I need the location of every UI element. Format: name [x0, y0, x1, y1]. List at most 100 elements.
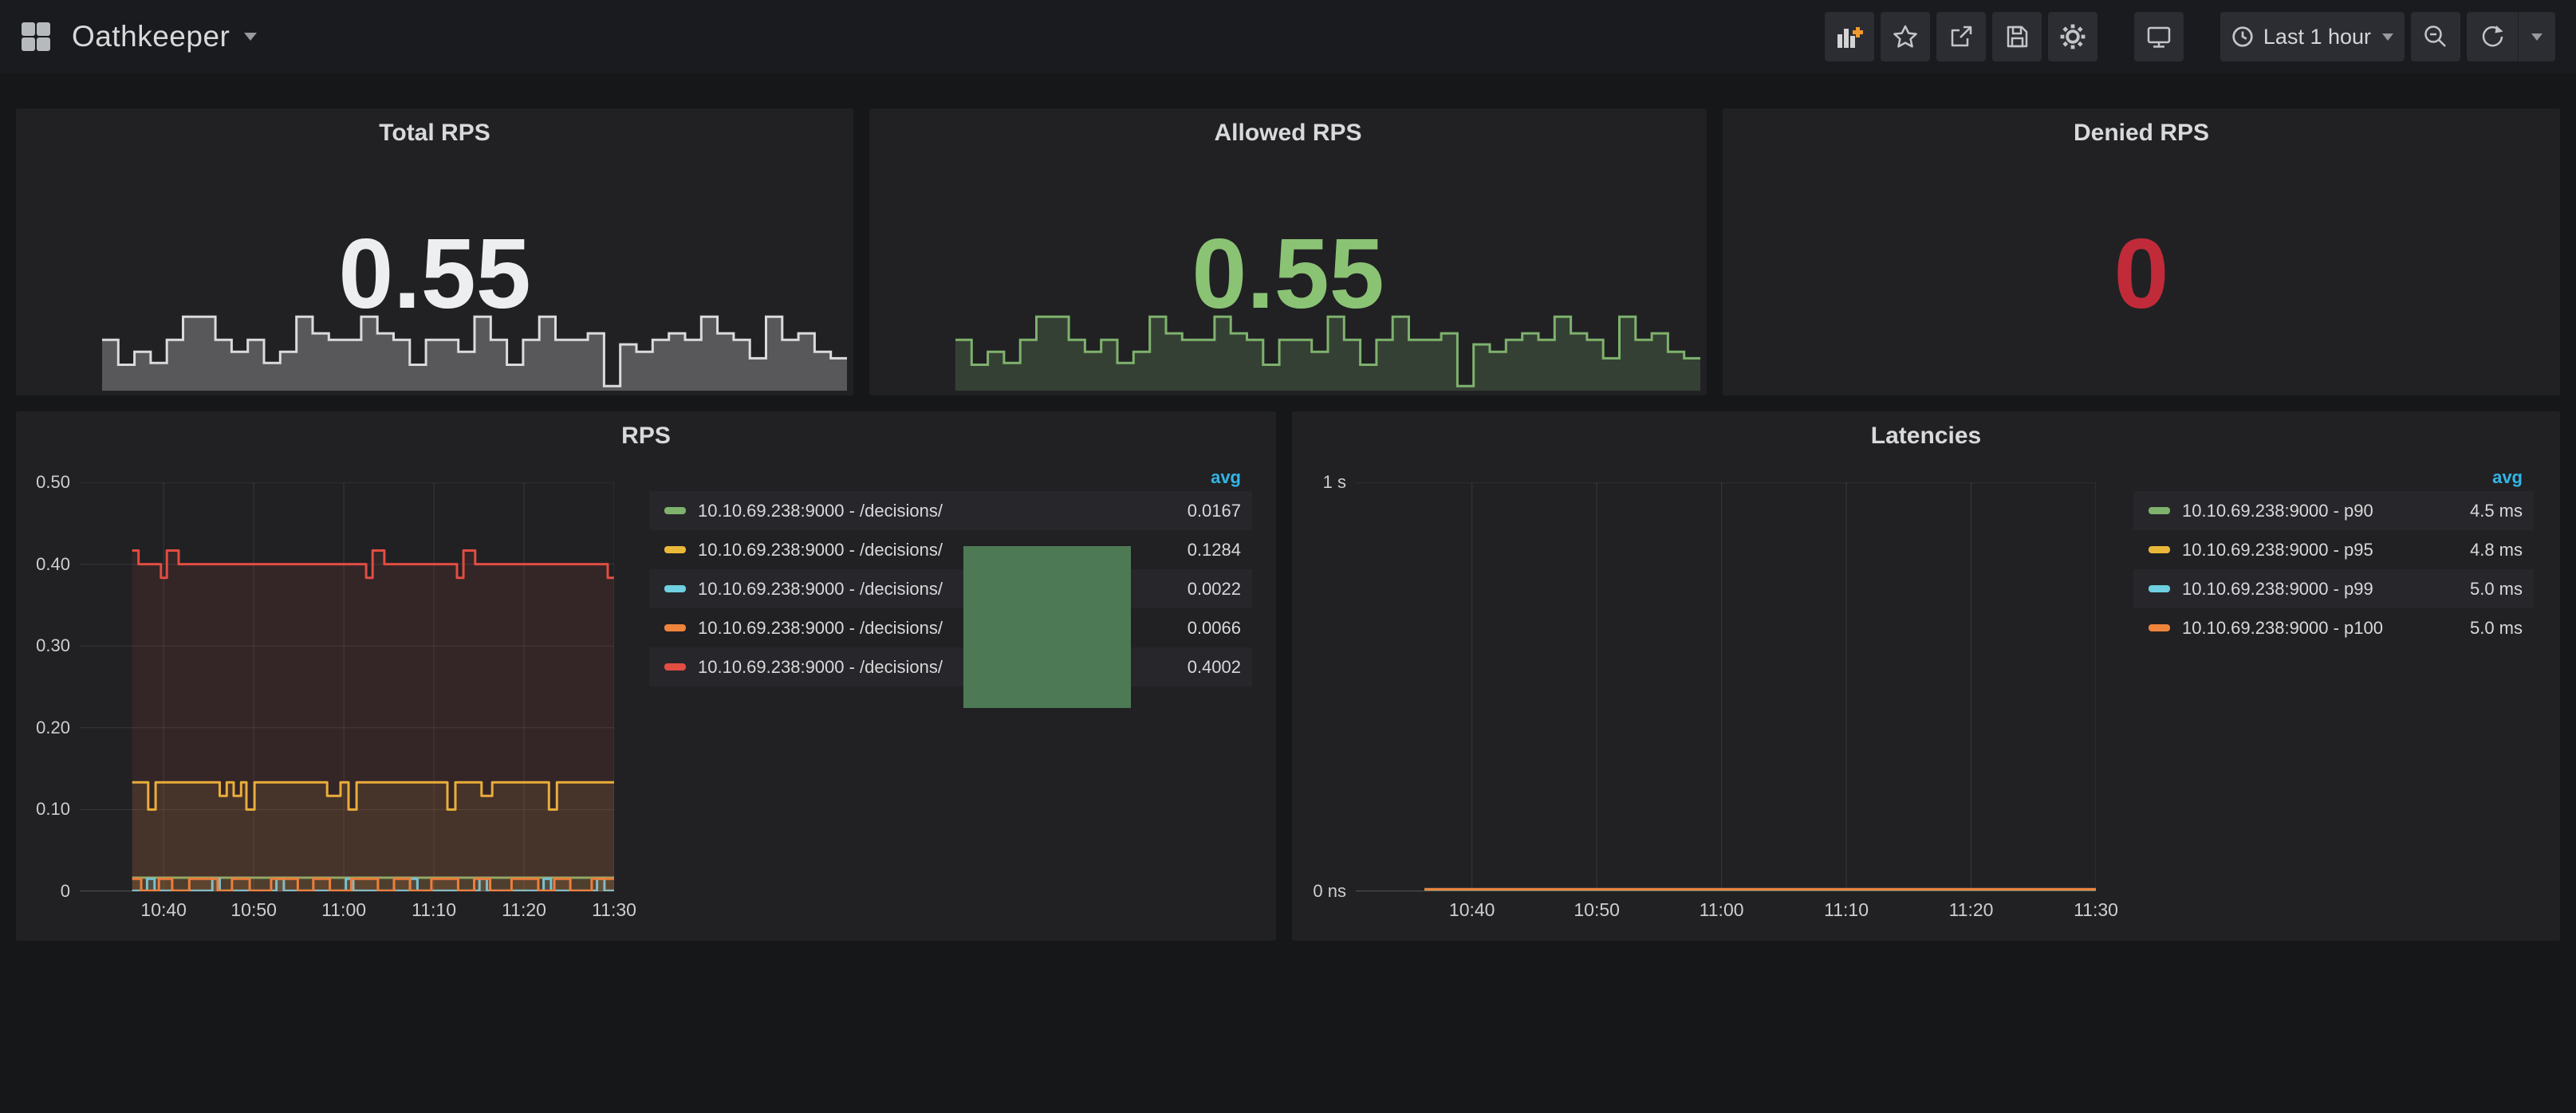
panel-title[interactable]: Denied RPS [1723, 120, 2560, 147]
series-avg-value: 4.5 ms [2470, 501, 2523, 521]
series-avg-value: 0.0066 [1188, 618, 1241, 639]
series-label[interactable]: 10.10.69.238:9000 - p100 [2182, 618, 2460, 639]
save-button[interactable] [1992, 12, 2042, 61]
series-color-swatch[interactable] [2149, 585, 2170, 592]
legend-row: 10.10.69.238:9000 - p99 5.0 ms [2133, 569, 2534, 608]
series-color-swatch[interactable] [2149, 546, 2170, 553]
series-avg-value: 0.0167 [1188, 501, 1241, 521]
y-axis-labels: 0.500.400.300.200.100 [16, 482, 70, 891]
series-label[interactable]: 10.10.69.238:9000 - p99 [2182, 579, 2460, 600]
x-axis-labels: 10:4010:5011:0011:1011:2011:30 [1356, 896, 2096, 923]
chevron-down-icon [244, 33, 257, 41]
x-tick-label: 11:20 [1949, 899, 1994, 921]
stat-value: 0 [1723, 225, 2560, 324]
add-panel-icon [1836, 24, 1863, 49]
x-tick-label: 11:20 [502, 899, 546, 921]
x-tick-label: 10:40 [140, 899, 187, 921]
x-axis-labels: 10:4010:5011:0011:1011:2011:30 [80, 896, 614, 923]
legend-avg-header: avg [2133, 467, 2534, 491]
rps-legend: avg10.10.69.238:9000 - /decisions/0.0167… [649, 467, 1252, 686]
panel-rps-graph: RPS 0.50 0.40 0.30 0.20 0.10 0 10:40 10:50 11:0… [16, 411, 1276, 941]
dashboard-title: Oathkeeper [72, 20, 230, 53]
x-tick-label: 11:30 [592, 899, 636, 921]
legend-row: 10.10.69.238:9000 - /decisions/0.4002 [649, 647, 1252, 686]
zoom-out-icon [2423, 24, 2448, 49]
zoom-out-button[interactable] [2411, 12, 2460, 61]
share-button[interactable] [1936, 12, 1986, 61]
y-axis-labels: 1 s0 ns [1292, 482, 1346, 891]
chevron-down-icon [2382, 33, 2393, 41]
total-rps-sparkline [102, 298, 847, 391]
panel-title[interactable]: Latencies [1292, 423, 2560, 450]
latencies-legend: avg10.10.69.238:9000 - p904.5 ms10.10.69… [2133, 467, 2534, 647]
legend-row: 10.10.69.238:9000 - /decisions/0.0022 [649, 569, 1252, 608]
y-tick-label: 0 ns [1313, 881, 1346, 902]
series-label[interactable]: 10.10.69.238:9000 - p95 [2182, 540, 2460, 560]
y-tick-label: 0.50 [36, 472, 70, 493]
x-tick-label: 10:50 [1574, 899, 1620, 921]
series-color-swatch[interactable] [2149, 624, 2170, 631]
series-avg-value: 0.1284 [1188, 540, 1241, 560]
series-color-swatch[interactable] [664, 624, 686, 631]
series-avg-value: 4.8 ms [2470, 540, 2523, 560]
series-color-swatch[interactable] [664, 546, 686, 553]
refresh-split-button [2467, 12, 2555, 61]
y-tick-label: 0.10 [36, 799, 70, 820]
legend-row: 10.10.69.238:9000 - p100 5.0 ms [2133, 608, 2534, 647]
navbar-actions: Last 1 hour [1818, 12, 2555, 61]
x-tick-label: 10:50 [230, 899, 277, 921]
series-avg-value: 0.4002 [1188, 657, 1241, 678]
x-tick-label: 11:00 [321, 899, 366, 921]
star-icon [1893, 24, 1918, 49]
panel-title[interactable]: RPS [16, 423, 1276, 450]
time-range-label: Last 1 hour [2263, 25, 2371, 49]
rps-plot-area[interactable] [80, 482, 614, 891]
panel-total-rps: Total RPS 0.55 [16, 108, 853, 395]
chevron-down-icon [2531, 33, 2543, 41]
x-tick-label: 10:40 [1449, 899, 1495, 921]
series-avg-value: 0.0022 [1188, 579, 1241, 600]
x-tick-label: 11:10 [1824, 899, 1869, 921]
y-tick-label: 0.20 [36, 718, 70, 738]
settings-button[interactable] [2048, 12, 2097, 61]
series-avg-value: 5.0 ms [2470, 579, 2523, 600]
series-label[interactable]: 10.10.69.238:9000 - p90 [2182, 501, 2460, 521]
y-tick-label: 1 s [1323, 472, 1346, 493]
grafana-dashboard: Oathkeeper [0, 0, 2576, 1113]
save-icon [2004, 24, 2030, 49]
y-tick-label: 0.40 [36, 554, 70, 575]
y-tick-label: 0 [61, 881, 70, 902]
panel-title[interactable]: Allowed RPS [869, 120, 1707, 147]
refresh-button[interactable] [2467, 12, 2518, 61]
y-tick-label: 0.30 [36, 635, 70, 656]
series-avg-value: 5.0 ms [2470, 618, 2523, 639]
panel-allowed-rps: Allowed RPS 0.55 [869, 108, 1707, 395]
dashboard-title-button[interactable]: Oathkeeper [72, 20, 257, 53]
add-panel-button[interactable] [1825, 12, 1874, 61]
series-color-swatch[interactable] [664, 585, 686, 592]
latencies-plot-area[interactable] [1356, 482, 2096, 891]
clock-icon [2231, 26, 2254, 48]
refresh-interval-button[interactable] [2519, 12, 2555, 61]
panel-latencies-graph: Latencies 1 s0 ns 10:4010:5011:0011:1011… [1292, 411, 2560, 941]
share-icon [1948, 24, 1974, 49]
x-tick-label: 11:30 [2074, 899, 2118, 921]
series-color-swatch[interactable] [2149, 507, 2170, 514]
legend-row: 10.10.69.238:9000 - p90 4.5 ms [2133, 491, 2534, 530]
series-label[interactable]: 10.10.69.238:9000 - /decisions/ [698, 501, 1178, 521]
series-color-swatch[interactable] [664, 663, 686, 671]
series-color-swatch[interactable] [664, 507, 686, 514]
panel-title[interactable]: Total RPS [16, 120, 853, 147]
legend-avg-header: avg [649, 467, 1252, 491]
star-button[interactable] [1881, 12, 1930, 61]
time-range-button[interactable]: Last 1 hour [2220, 12, 2405, 61]
legend-row: 10.10.69.238:9000 - /decisions/0.0167 [649, 491, 1252, 530]
cycle-view-button[interactable] [2134, 12, 2184, 61]
gear-icon [2059, 23, 2086, 50]
legend-overlay-artifact [963, 546, 1131, 708]
refresh-icon [2479, 24, 2505, 49]
allowed-rps-sparkline [955, 298, 1700, 391]
monitor-icon [2146, 24, 2172, 49]
legend-row: 10.10.69.238:9000 - p95 4.8 ms [2133, 530, 2534, 569]
legend-row: 10.10.69.238:9000 - /decisions/0.0066 [649, 608, 1252, 647]
